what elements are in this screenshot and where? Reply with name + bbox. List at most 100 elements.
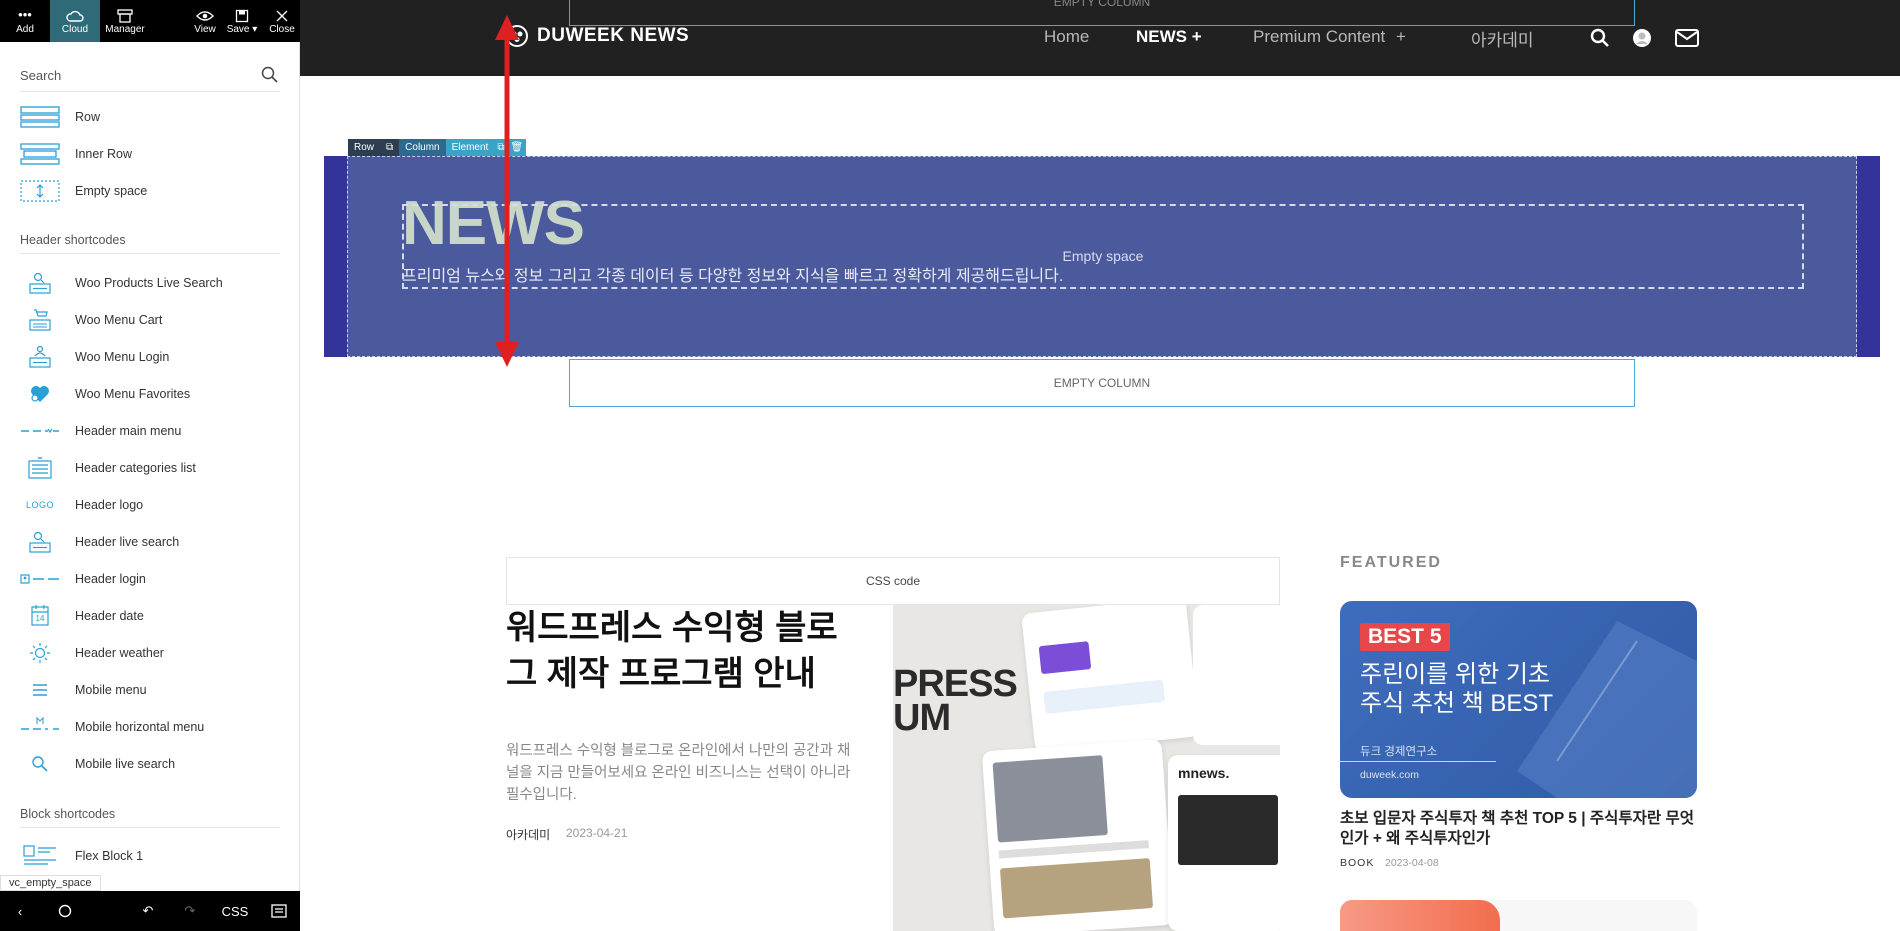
post-excerpt: 워드프레스 수익형 블로그로 온라인에서 나만의 공간과 채널을 지금 만들어보… <box>506 743 851 803</box>
element-row[interactable]: Row <box>20 102 280 132</box>
css-button[interactable]: CSS <box>215 891 255 931</box>
save-button[interactable]: Save ▾ <box>224 0 260 42</box>
element-label: Header categories list <box>75 461 196 475</box>
calendar-icon: 14 <box>20 604 60 628</box>
element-header-login[interactable]: Header login <box>20 564 280 594</box>
element-label: Woo Products Live Search <box>75 276 223 290</box>
element-flex-block-1[interactable]: Flex Block 1 <box>20 841 280 871</box>
nav-academy[interactable]: 아카데미 <box>1471 26 1534 51</box>
empty-column-top[interactable]: EMPTY COLUMN <box>569 0 1635 26</box>
featured-post-category[interactable]: BOOK <box>1340 857 1374 869</box>
post-title[interactable]: 워드프레스 수익형 블로그 제작 프로그램 안내 <box>506 605 856 697</box>
nav-news[interactable]: NEWS + <box>1136 27 1202 47</box>
empty-column-bottom[interactable]: EMPTY COLUMN <box>569 359 1635 407</box>
circle-icon <box>58 904 72 918</box>
sun-icon <box>20 641 60 665</box>
featured-card[interactable]: BEST 5 주린이를 위한 기초 주식 추천 책 BEST 듀크 경제연구소 … <box>1340 601 1697 798</box>
close-button[interactable]: Close <box>264 0 300 42</box>
element-inner-row[interactable]: Inner Row <box>20 139 280 169</box>
view-button[interactable]: View <box>188 0 222 42</box>
manager-icon <box>117 8 133 23</box>
featured-org: 듀크 경제연구소 <box>1360 746 1438 758</box>
post-thumbnail[interactable]: PRESS UM mnews. <box>893 605 1280 931</box>
back-button[interactable]: ‹ <box>0 891 40 931</box>
featured-post-title[interactable]: 초보 입문자 주식투자 책 추천 TOP 5 | 주식투자란 무엇인가 + 왜 … <box>1340 809 1700 849</box>
element-control-label[interactable]: Element <box>445 139 495 156</box>
thumb-card-4: mnews. <box>1168 755 1280 931</box>
manager-button[interactable]: Manager <box>100 0 150 42</box>
element-header-categories-list[interactable]: Header categories list <box>20 453 280 483</box>
site-logo-text: DUWEEK NEWS <box>537 25 690 46</box>
cloud-button-label: Cloud <box>61 23 89 35</box>
element-label: Mobile live search <box>75 757 176 771</box>
circle-button[interactable] <box>45 891 85 931</box>
element-label: Woo Menu Cart <box>75 313 163 327</box>
copy-icon[interactable]: ⧉ <box>380 139 400 156</box>
page-settings-button[interactable] <box>259 891 299 931</box>
element-empty-space[interactable]: Empty space <box>20 176 280 206</box>
featured-badge: BEST 5 <box>1360 623 1450 651</box>
element-mobile-horizontal-menu[interactable]: Mobile horizontal menu <box>20 712 280 742</box>
element-label: Flex Block 1 <box>75 849 144 863</box>
row-control-label[interactable]: Row <box>348 139 381 156</box>
login-icon <box>20 567 60 591</box>
nav-premium-content[interactable]: Premium Content + <box>1253 27 1406 47</box>
featured-post-date: 2023-04-08 <box>1385 857 1439 869</box>
site-logo[interactable]: DUWEEK NEWS <box>505 24 689 48</box>
element-header-main-menu[interactable]: Header main menu <box>20 416 280 446</box>
thumb-brand-text: mnews. <box>1178 765 1230 781</box>
envelope-icon[interactable] <box>1674 26 1700 50</box>
block-shortcodes-title: Block shortcodes <box>20 807 280 828</box>
element-label: Header weather <box>75 646 164 660</box>
featured-line-2: 주식 추천 책 BEST <box>1360 690 1554 717</box>
featured-url: duweek.com <box>1360 769 1419 781</box>
cart-icon <box>20 308 60 332</box>
element-mobile-live-search[interactable]: Mobile live search <box>20 749 280 779</box>
header-search-icon[interactable] <box>1588 26 1612 50</box>
add-button[interactable]: ••• Add <box>0 0 50 42</box>
element-woo-menu-cart[interactable]: Woo Menu Cart <box>20 305 280 335</box>
element-header-live-search[interactable]: Header live search <box>20 527 280 557</box>
horizontal-menu-icon <box>20 715 60 739</box>
resize-arrow-icon <box>495 15 519 367</box>
featured-card-2[interactable] <box>1340 900 1697 931</box>
categories-icon <box>20 456 60 480</box>
thumb-card-3 <box>981 738 1175 931</box>
heart-icon <box>20 382 60 406</box>
thumb-card-1 <box>1021 605 1200 754</box>
element-woo-menu-login[interactable]: Woo Menu Login <box>20 342 280 372</box>
inner-row-icon <box>20 142 60 166</box>
element-woo-menu-favorites[interactable]: Woo Menu Favorites <box>20 379 280 409</box>
element-panel: ••• Add Cloud Manager View Save ▾ Close <box>0 0 300 931</box>
thumb-card-2 <box>1193 605 1280 745</box>
element-header-date[interactable]: 14 Header date <box>20 601 280 631</box>
element-label: Header logo <box>75 498 144 512</box>
element-mobile-menu[interactable]: Mobile menu <box>20 675 280 705</box>
empty-space-element[interactable]: Empty space <box>402 204 1804 289</box>
column-control-label[interactable]: Column <box>399 139 446 156</box>
live-search-icon <box>20 271 60 295</box>
nav-home[interactable]: Home <box>1044 27 1089 47</box>
element-label: Header login <box>75 572 146 586</box>
search-input[interactable] <box>20 60 250 90</box>
search-icon <box>20 752 60 776</box>
redo-button[interactable]: ↷ <box>170 891 210 931</box>
list-icon <box>271 904 287 918</box>
element-woo-products-live-search[interactable]: Woo Products Live Search <box>20 268 280 298</box>
search-icon[interactable] <box>260 65 280 85</box>
user-avatar-icon[interactable] <box>1632 28 1652 48</box>
post-date: 2023-04-21 <box>566 826 628 840</box>
element-label: Woo Menu Login <box>75 350 170 364</box>
post-author[interactable]: 아카데미 <box>506 826 550 843</box>
element-label: Mobile horizontal menu <box>75 720 205 734</box>
element-header-weather[interactable]: Header weather <box>20 638 280 668</box>
live-search-icon <box>20 530 60 554</box>
css-code-element[interactable]: CSS code <box>506 557 1280 605</box>
element-header-logo[interactable]: LOGO Header logo <box>20 490 280 520</box>
element-label: Row <box>75 110 101 124</box>
element-search <box>20 60 280 92</box>
cloud-button[interactable]: Cloud <box>50 0 100 42</box>
add-button-label: Add <box>16 23 34 35</box>
cloud-icon <box>66 10 84 22</box>
undo-button[interactable]: ↶ <box>128 891 168 931</box>
